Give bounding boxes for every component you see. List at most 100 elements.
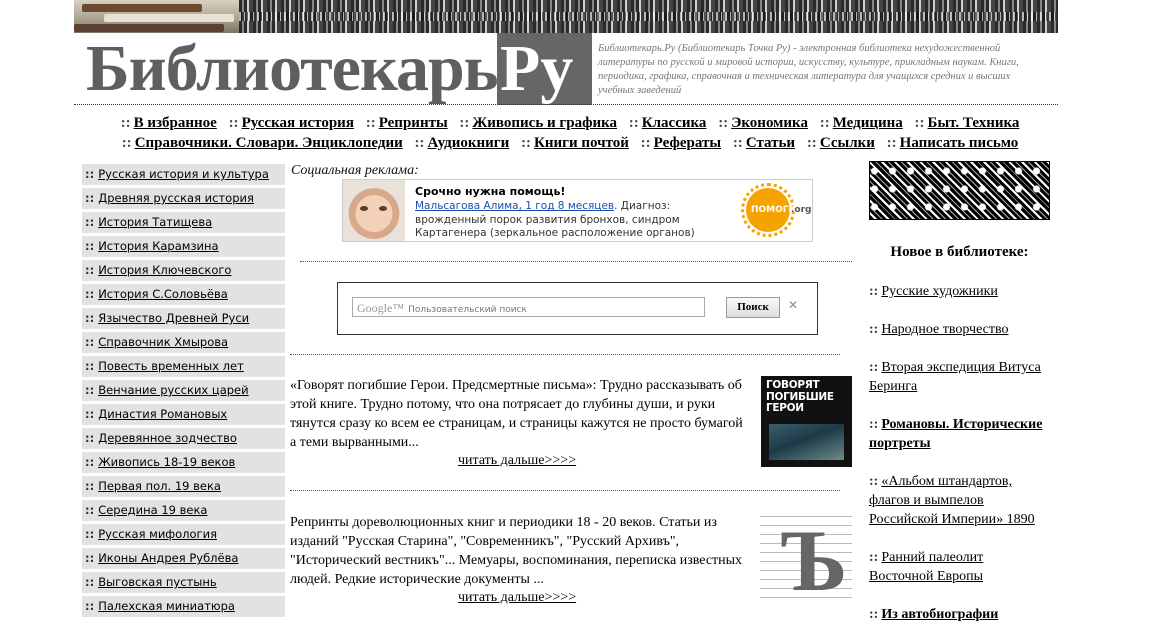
new-item-link[interactable]: Русские художники	[881, 284, 998, 299]
ad-text: Мальсагова Алима, 1 год 8 месяцев. Диагн…	[415, 200, 733, 241]
divider	[300, 261, 852, 262]
nav-separator: ::	[228, 115, 239, 131]
new-item: :: Народное творчество	[869, 320, 1051, 339]
social-ad-banner[interactable]: Срочно нужна помощь! Мальсагова Алима, 1…	[342, 179, 813, 242]
clear-icon[interactable]: ✕	[788, 298, 798, 312]
sidebar-link[interactable]: Палехская миниатюра	[98, 599, 235, 613]
sidebar-link[interactable]: История Татищева	[98, 215, 212, 229]
sidebar-link[interactable]: Справочник Хмырова	[98, 335, 228, 349]
sidebar-link[interactable]: История Карамзина	[98, 239, 218, 253]
sidebar-item: :: Династия Романовых	[82, 404, 285, 425]
nav-separator: ::	[732, 135, 743, 151]
nav-separator: ::	[640, 135, 651, 151]
nav-separator: ::	[414, 135, 425, 151]
sidebar-item: :: Русская мифология	[82, 524, 285, 545]
nav-essays[interactable]: Рефераты	[654, 135, 721, 151]
sidebar-item: :: Справочник Хмырова	[82, 332, 285, 353]
new-item-separator: ::	[869, 607, 879, 622]
search-button[interactable]: Поиск	[726, 297, 780, 318]
new-item-link[interactable]: Вторая экспедиция Витуса Беринга	[869, 360, 1041, 394]
new-item-link[interactable]: Романовы. Исторические портреты	[869, 417, 1042, 451]
sidebar-link[interactable]: Венчание русских царей	[98, 383, 248, 397]
ad-child-photo	[343, 180, 405, 241]
sidebar-link[interactable]: История С.Соловьёва	[98, 287, 228, 301]
new-item-link[interactable]: Народное творчество	[881, 322, 1008, 337]
new-item: :: «Альбом штандартов, флагов и вымпелов …	[869, 472, 1051, 529]
sidebar-item: :: Венчание русских царей	[82, 380, 285, 401]
sidebar-separator: ::	[85, 167, 95, 181]
sidebar-item: :: Иконы Андрея Рублёва	[82, 548, 285, 569]
sidebar-link[interactable]: Русская мифология	[98, 527, 217, 541]
sidebar-link[interactable]: Выговская пустынь	[98, 575, 216, 589]
sidebar-link[interactable]: История Ключевского	[98, 263, 231, 277]
nav-separator: ::	[120, 115, 131, 131]
nav-favorites[interactable]: В избранное	[134, 115, 217, 131]
nav-articles[interactable]: Статьи	[746, 135, 795, 151]
sidebar-item: :: История С.Соловьёва	[82, 284, 285, 305]
nav-books-by-mail[interactable]: Книги почтой	[534, 135, 629, 151]
article-summary: «Говорят погибшие Герои. Предсмертные пи…	[290, 378, 743, 450]
sidebar-link[interactable]: Русская история и культура	[98, 167, 269, 181]
search-input[interactable]: Google™ Пользовательский поиск	[352, 297, 705, 317]
site-description: Библиотекарь.Ру (Библиотекарь Точка Ру) …	[598, 43, 1019, 96]
sidebar-item: :: История Татищева	[82, 212, 285, 233]
sidebar-link[interactable]: Повесть временных лет	[98, 359, 244, 373]
book-cover-image[interactable]: ГОВОРЯТ ПОГИБШИЕ ГЕРОИ	[761, 376, 852, 467]
nav-tech[interactable]: Быт. Техника	[928, 115, 1020, 131]
nav-reference[interactable]: Справочники. Словари. Энциклопедии	[135, 135, 403, 151]
ad-logo-org: .org	[791, 205, 812, 215]
sidebar-separator: ::	[85, 503, 95, 517]
ad-logo-text: ПОМОГИ	[751, 205, 797, 215]
nav-audiobooks[interactable]: Аудиокниги	[428, 135, 510, 151]
ad-title: Срочно нужна помощь!	[415, 185, 566, 198]
google-search-box: Google™ Пользовательский поиск Поиск ✕	[337, 282, 818, 335]
photo-eye	[360, 206, 368, 211]
new-item-separator: ::	[869, 322, 879, 337]
nav-economics[interactable]: Экономика	[731, 115, 808, 131]
nav-reprints[interactable]: Репринты	[379, 115, 448, 131]
sidebar-link[interactable]: Иконы Андрея Рублёва	[98, 551, 238, 565]
sidebar-item: :: Деревянное зодчество	[82, 428, 285, 449]
nav-write-letter[interactable]: Написать письмо	[900, 135, 1019, 151]
sidebar-item: :: Повесть временных лет	[82, 356, 285, 377]
nav-links[interactable]: Ссылки	[820, 135, 875, 151]
nav-separator: ::	[521, 135, 532, 151]
divider	[290, 490, 840, 491]
sidebar-link[interactable]: Живопись 18-19 веков	[98, 455, 235, 469]
nav-separator: ::	[121, 135, 132, 151]
read-more: читать дальше>>>>	[458, 453, 576, 469]
read-more-link[interactable]: читать дальше>>>>	[458, 590, 576, 605]
new-item-separator: ::	[869, 417, 879, 432]
nav-russian-history[interactable]: Русская история	[242, 115, 354, 131]
read-more: читать дальше>>>>	[458, 590, 576, 606]
site-logo[interactable]: Библиотекарь.	[86, 36, 514, 102]
sidebar-link[interactable]: Первая пол. 19 века	[98, 479, 221, 493]
nav-medicine[interactable]: Медицина	[833, 115, 903, 131]
reprint-cover-image[interactable]: Ъ	[760, 511, 852, 603]
new-item-separator: ::	[869, 360, 879, 375]
sidebar-separator: ::	[85, 215, 95, 229]
sidebar-item: :: Середина 19 века	[82, 500, 285, 521]
sidebar-link[interactable]: Древняя русская история	[98, 191, 254, 205]
sidebar-link[interactable]: Династия Романовых	[98, 407, 227, 421]
site-logo-suffix[interactable]: Ру	[500, 36, 573, 102]
new-item-link[interactable]: Из автобиографии	[881, 607, 998, 622]
nav-classics[interactable]: Классика	[642, 115, 707, 131]
top-nav-row-1: :: В избранное :: Русская история :: Реприн…	[74, 115, 1058, 132]
cover-letter: Ъ	[780, 513, 848, 604]
sidebar-link[interactable]: Деревянное зодчество	[98, 431, 237, 445]
nav-separator: ::	[886, 135, 897, 151]
sidebar-link[interactable]: Язычество Древней Руси	[98, 311, 249, 325]
nav-painting[interactable]: Живопись и графика	[472, 115, 617, 131]
ad-link[interactable]: Мальсагова Алима, 1 год 8 месяцев	[415, 200, 614, 212]
new-item-link[interactable]: Ранний палеолит Восточной Европы	[869, 550, 983, 584]
nav-separator: ::	[914, 115, 925, 131]
read-more-link[interactable]: читать дальше>>>>	[458, 453, 576, 468]
sidebar-item: :: Выговская пустынь	[82, 572, 285, 593]
sidebar-separator: ::	[85, 551, 95, 565]
new-item-link[interactable]: «Альбом штандартов, флагов и вымпелов Ро…	[869, 474, 1035, 527]
sidebar-link[interactable]: Середина 19 века	[98, 503, 207, 517]
sidebar-item: :: Живопись 18-19 веков	[82, 452, 285, 473]
top-nav-row-2: :: Справочники. Словари. Энциклопедии :: А…	[74, 135, 1058, 152]
divider	[74, 104, 1058, 105]
